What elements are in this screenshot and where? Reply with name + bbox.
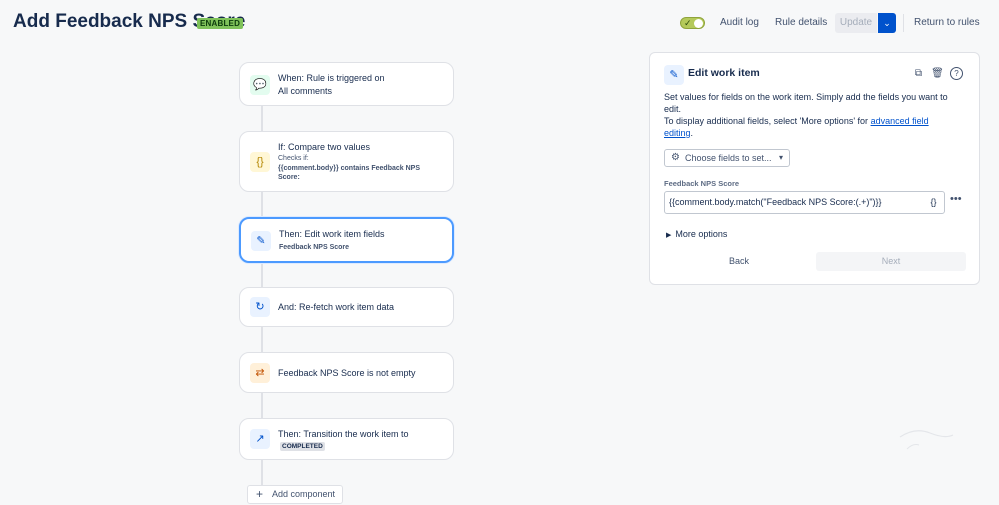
enable-toggle[interactable]: ✓ — [680, 17, 705, 29]
more-options-label: More options — [675, 229, 728, 239]
refetch-card[interactable]: ↻ And: Re-fetch work item data — [239, 287, 454, 327]
card-small-label: Checks if: — [278, 155, 309, 162]
card-title: If: Compare two values — [278, 142, 371, 152]
help-icon[interactable]: ? — [950, 67, 963, 80]
edit-icon: ✎ — [664, 65, 684, 85]
description-period: . — [690, 128, 694, 138]
description-text: To display additional fields, select 'Mo… — [664, 116, 869, 126]
update-button[interactable]: Update — [835, 13, 877, 33]
edit-panel: ✎ Edit work item ⧉ 🗑 ? Set values for fi… — [649, 52, 980, 285]
description-line-2: To display additional fields, select 'Mo… — [664, 115, 954, 139]
transition-card[interactable]: ↗ Then: Transition the work item to COMP… — [239, 418, 454, 460]
card-title: Feedback NPS Score is not empty — [278, 368, 416, 378]
nps-score-field[interactable]: {{comment.body.match("Feedback NPS Score… — [664, 191, 945, 214]
card-title: Then: Transition the work item to — [278, 429, 409, 439]
rule-details-button[interactable]: Rule details — [775, 13, 827, 33]
more-options-toggle[interactable]: ▶ More options — [666, 229, 727, 239]
card-title: Then: Edit work item fields — [279, 229, 385, 239]
chevron-down-icon[interactable]: ⌄ — [878, 13, 896, 33]
comment-icon: 💬 — [250, 75, 270, 95]
chevron-down-icon: ▾ — [778, 153, 783, 162]
trash-icon[interactable]: 🗑 — [931, 67, 944, 80]
smart-value-braces-icon[interactable]: {} — [925, 194, 942, 211]
refresh-icon: ↻ — [250, 297, 270, 317]
chevron-right-icon: ▶ — [666, 232, 672, 239]
plus-icon: + — [256, 487, 264, 501]
transition-icon: ↗ — [250, 429, 270, 449]
status-badge: ENABLED — [197, 18, 244, 29]
back-button[interactable]: Back — [664, 252, 814, 271]
gear-icon: ⚙ — [671, 152, 680, 163]
card-title: When: Rule is triggered on — [278, 73, 385, 83]
panel-title: Edit work item — [688, 67, 760, 79]
next-button[interactable]: Next — [816, 252, 966, 271]
edit-action-card[interactable]: ✎ Then: Edit work item fields Feedback N… — [239, 217, 454, 263]
braces-icon: {} — [250, 152, 270, 172]
card-detail: All comments — [278, 86, 333, 96]
decorative-sketch — [899, 430, 954, 450]
edit-icon: ✎ — [251, 231, 271, 251]
choose-fields-dropdown[interactable]: ⚙ Choose fields to set... ▾ — [664, 149, 790, 167]
header-divider — [903, 14, 904, 32]
more-actions-icon[interactable]: ••• — [950, 193, 962, 205]
add-component-label: Add component — [272, 489, 336, 499]
check-icon: ✓ — [684, 18, 692, 28]
trigger-card[interactable]: 💬 When: Rule is triggered on All comment… — [239, 62, 454, 106]
field-label: Feedback NPS Score — [664, 179, 740, 188]
swap-icon: ⇄ — [250, 363, 270, 383]
choose-fields-label: Choose fields to set... — [685, 153, 772, 163]
header-bar: Add Feedback NPS Score ENABLED ✓ Audit l… — [0, 0, 999, 46]
card-title: And: Re-fetch work item data — [278, 302, 395, 312]
branch-condition-card[interactable]: ⇄ Feedback NPS Score is not empty — [239, 352, 454, 393]
card-detail: Feedback NPS Score — [279, 244, 350, 251]
return-to-rules-button[interactable]: Return to rules — [914, 13, 980, 33]
copy-icon[interactable]: ⧉ — [912, 67, 925, 80]
status-lozenge: COMPLETED — [280, 442, 325, 451]
audit-log-button[interactable]: Audit log — [720, 13, 759, 33]
condition-card[interactable]: {} If: Compare two values Checks if: {{c… — [239, 131, 454, 192]
description-line-1: Set values for fields on the work item. … — [664, 92, 948, 114]
toggle-knob — [694, 19, 703, 28]
panel-description: Set values for fields on the work item. … — [664, 91, 954, 139]
card-detail: {{comment.body}} contains Feedback NPS S… — [278, 165, 420, 181]
add-component-button[interactable]: + Add component — [247, 485, 343, 504]
